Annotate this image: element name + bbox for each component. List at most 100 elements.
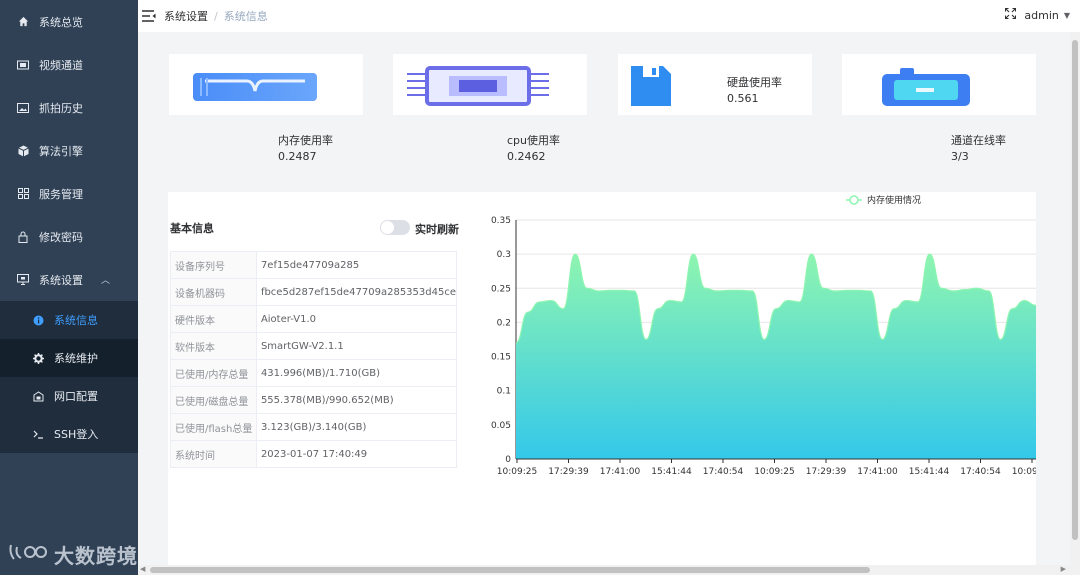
horizontal-scrollbar[interactable]: ◀ ▶	[138, 565, 1080, 575]
header-right: admin ▼	[1005, 7, 1070, 22]
row-value: 7ef15de47709a285	[255, 251, 458, 279]
sub-item-maintenance[interactable]: 系统维护	[0, 339, 138, 377]
table-row: 系统时间 2023-01-07 17:40:49	[170, 440, 458, 468]
disk-card: 硬盘使用率 0.561	[618, 54, 812, 115]
y-tick-label: 0.35	[491, 216, 511, 226]
y-tick-label: 0	[505, 455, 511, 465]
y-tick-label: 0.2	[497, 318, 511, 328]
user-menu[interactable]: admin	[1024, 9, 1058, 22]
lock-icon	[16, 230, 30, 244]
monitor-icon	[16, 273, 30, 287]
channel-value: 3/3	[951, 150, 969, 163]
channel-label: 通道在线率	[951, 134, 1006, 147]
row-key: 设备序列号	[170, 251, 257, 279]
x-tick-label: 17:29:39	[548, 467, 589, 477]
menu-label: 抓拍历史	[39, 101, 83, 115]
menu-item-video[interactable]: 视频通道	[0, 43, 138, 86]
basic-info-table: 设备序列号 7ef15de47709a285 设备机器码 fbce5d287ef15d…	[170, 251, 458, 468]
memory-icon	[193, 73, 317, 101]
breadcrumb-parent[interactable]: 系统设置	[164, 8, 208, 24]
row-key: 已使用/flash总量	[170, 413, 257, 441]
row-value: 555.378(MB)/990.652(MB)	[255, 386, 458, 414]
menu-item-settings[interactable]: 系统设置 ︿	[0, 258, 138, 301]
disk-label: 硬盘使用率	[727, 76, 782, 89]
sub-label: 网口配置	[54, 390, 98, 403]
table-row: 设备机器码 fbce5d287ef15de47709a285353d45ce	[170, 278, 458, 306]
sub-label: 系统信息	[54, 314, 98, 327]
row-value: fbce5d287ef15de47709a285353d45ce	[255, 278, 458, 306]
cpu-card	[393, 54, 587, 115]
gear-icon	[32, 352, 44, 364]
y-tick-label: 0.3	[497, 250, 511, 260]
row-key: 已使用/内存总量	[170, 359, 257, 387]
menu-item-algorithm[interactable]: 算法引擎	[0, 129, 138, 172]
fullscreen-icon[interactable]	[1005, 7, 1017, 22]
info-panel: 基本信息 实时刷新 设备序列号 7ef15de47709a285 设备机器码 fbce…	[168, 192, 1052, 565]
main-content: 内存使用率 0.2487 cpu使用率 0.2462 硬盘使用率 0.561 通…	[138, 32, 1070, 565]
table-row: 设备序列号 7ef15de47709a285	[170, 251, 458, 279]
y-tick-label: 0.25	[491, 284, 511, 294]
menu-label: 服务管理	[39, 187, 83, 201]
menu-label: 视频通道	[39, 58, 83, 72]
watermark-text: 大数跨境	[54, 544, 138, 568]
menu-label: 修改密码	[39, 230, 83, 244]
y-tick-label: 0.1	[497, 387, 511, 397]
memory-value: 0.2487	[278, 150, 317, 163]
row-key: 已使用/磁盘总量	[170, 386, 257, 414]
menu-item-password[interactable]: 修改密码	[0, 215, 138, 258]
menu-label: 系统总览	[39, 15, 83, 29]
x-tick-label: 15:41:44	[651, 467, 692, 477]
memory-chart: 0 0.05 0.1 0.15 0.2 0.25 0.3 0.35 10:09:25 17:29:…	[486, 192, 1052, 492]
info-icon	[32, 314, 44, 326]
x-tick-label: 10:09:25	[497, 467, 537, 477]
realtime-refresh-toggle[interactable]	[380, 220, 410, 235]
home-icon	[16, 15, 30, 29]
x-tick-label: 17:41:00	[600, 467, 641, 477]
watermark: 大数跨境	[8, 540, 138, 569]
row-value: Aioter-V1.0	[255, 305, 458, 333]
floppy-disk-icon	[631, 66, 671, 106]
row-key: 软件版本	[170, 332, 257, 360]
menu-item-history[interactable]: 抓拍历史	[0, 86, 138, 129]
realtime-refresh-label: 实时刷新	[415, 223, 459, 236]
breadcrumb-current: 系统信息	[223, 10, 268, 23]
row-value: 2023-01-07 17:40:49	[255, 440, 458, 468]
menu-item-service[interactable]: 服务管理	[0, 172, 138, 215]
horizontal-scroll-thumb[interactable]	[150, 567, 870, 573]
menu-item-overview[interactable]: 系统总览	[0, 0, 138, 43]
chevron-up-icon: ︿	[101, 276, 111, 286]
row-value: SmartGW-V2.1.1	[255, 332, 458, 360]
vertical-scrollbar[interactable]	[1070, 32, 1080, 565]
cpu-value: 0.2462	[507, 150, 546, 163]
x-tick-label: 17:40:54	[960, 467, 1001, 477]
caret-down-icon[interactable]: ▼	[1064, 11, 1070, 20]
vertical-scroll-thumb[interactable]	[1072, 40, 1078, 540]
row-value: 431.996(MB)/1.710(GB)	[255, 359, 458, 387]
sidebar: 系统总览 视频通道 抓拍历史 算法引擎 服务管理 修改密码 系统设置 ︿ 系统信…	[0, 0, 138, 575]
x-tick-label: 10:09:25	[754, 467, 794, 477]
scroll-right-icon[interactable]: ▶	[1061, 565, 1066, 573]
channel-card	[842, 54, 1036, 115]
row-key: 系统时间	[170, 440, 257, 468]
disk-value: 0.561	[727, 92, 759, 105]
x-tick-label: 15:41:44	[909, 467, 950, 477]
settings-submenu: 系统信息 系统维护 网口配置 SSH登入	[0, 301, 138, 453]
top-header: 系统设置 / 系统信息 admin ▼	[138, 0, 1080, 32]
x-tick-label: 17:40:54	[703, 467, 744, 477]
sub-item-network[interactable]: 网口配置	[0, 377, 138, 415]
table-row: 已使用/磁盘总量 555.378(MB)/990.652(MB)	[170, 386, 458, 414]
hamburger-icon[interactable]	[142, 10, 156, 22]
channel-icon	[882, 68, 970, 106]
breadcrumb-separator: /	[214, 9, 218, 23]
picture-icon	[16, 101, 30, 115]
sub-item-system-info[interactable]: 系统信息	[0, 301, 138, 339]
scroll-left-icon[interactable]: ◀	[140, 565, 145, 573]
menu-label: 算法引擎	[39, 144, 83, 158]
video-icon	[16, 58, 30, 72]
y-tick-label: 0.15	[491, 353, 511, 363]
cpu-icon	[407, 66, 549, 106]
sub-item-ssh[interactable]: SSH登入	[0, 415, 138, 453]
legend-marker	[849, 195, 859, 205]
table-row: 已使用/内存总量 431.996(MB)/1.710(GB)	[170, 359, 458, 387]
area-fill	[516, 254, 1036, 459]
